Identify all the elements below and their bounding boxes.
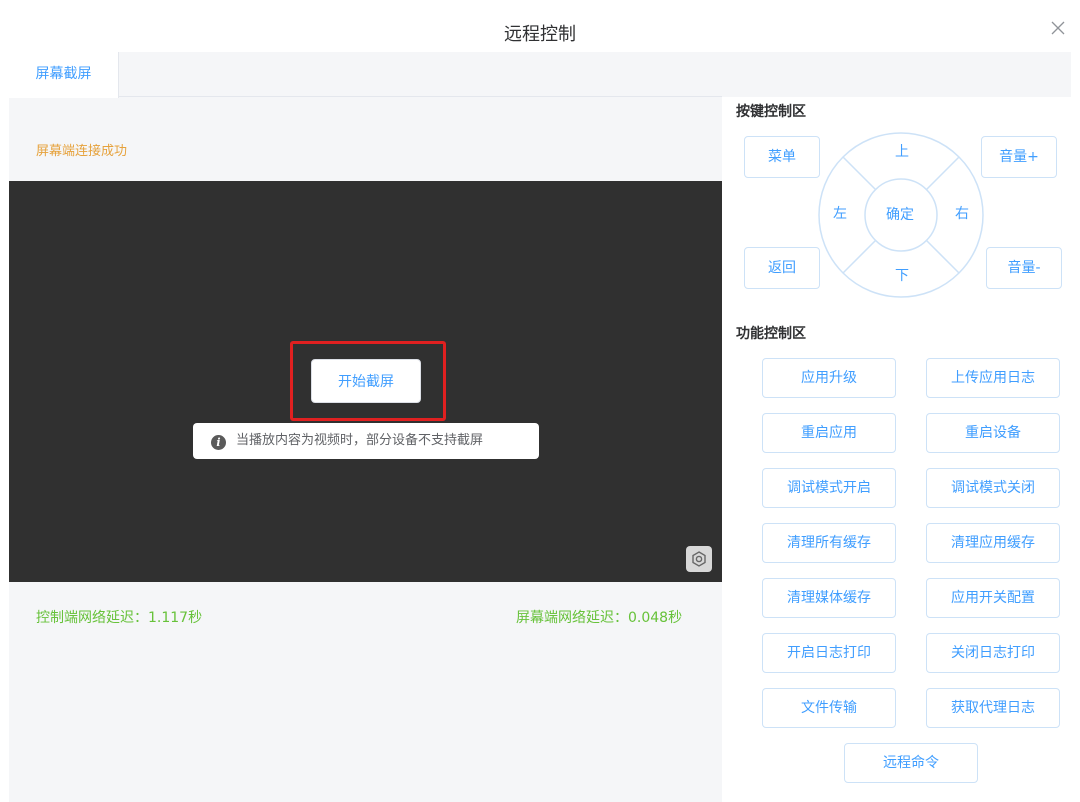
screen-latency: 屏幕端网络延迟：0.048秒 [516, 610, 683, 626]
left-button[interactable]: 左 [833, 203, 847, 223]
restart-device-button[interactable]: 重启设备 [926, 413, 1060, 453]
dialog-title: 远程控制 [504, 24, 576, 45]
clear-all-cache-button[interactable]: 清理所有缓存 [762, 523, 896, 563]
tab-bar: 屏幕截屏 [9, 52, 722, 98]
clear-media-cache-button[interactable]: 清理媒体缓存 [762, 578, 896, 618]
tab-screenshot[interactable]: 屏幕截屏 [9, 52, 119, 98]
clear-app-cache-button[interactable]: 清理应用缓存 [926, 523, 1060, 563]
remote-command-button[interactable]: 远程命令 [844, 743, 978, 783]
menu-button[interactable]: 菜单 [744, 136, 820, 178]
function-control-title: 功能控制区 [736, 326, 806, 342]
start-screenshot-button[interactable]: 开始截屏 [311, 359, 421, 403]
disable-log-print-button[interactable]: 关闭日志打印 [926, 633, 1060, 673]
connection-status: 屏幕端连接成功 [36, 144, 128, 159]
direction-pad: 上 下 左 右 确定 [817, 131, 985, 299]
dialog-body: 屏幕截屏 屏幕端连接成功 开始截屏 i 当播放内容为视频时，部分设备不支持截屏 控… [9, 52, 1071, 802]
app-upgrade-button[interactable]: 应用升级 [762, 358, 896, 398]
up-button[interactable]: 上 [895, 141, 909, 161]
key-control-title: 按键控制区 [736, 104, 806, 120]
debug-off-button[interactable]: 调试模式关闭 [926, 468, 1060, 508]
file-transfer-button[interactable]: 文件传输 [762, 688, 896, 728]
screenshot-tip: i 当播放内容为视频时，部分设备不支持截屏 [193, 423, 539, 459]
control-latency: 控制端网络延迟：1.117秒 [36, 610, 203, 626]
right-button[interactable]: 右 [955, 203, 969, 223]
volume-down-button[interactable]: 音量- [986, 247, 1062, 289]
app-switch-config-button[interactable]: 应用开关配置 [926, 578, 1060, 618]
info-icon: i [211, 435, 226, 450]
remote-control-dialog: 远程控制 屏幕截屏 屏幕端连接成功 开始截屏 i 当播放内容为视频时，部分设备不支… [0, 0, 1080, 802]
upload-app-log-button[interactable]: 上传应用日志 [926, 358, 1060, 398]
close-icon[interactable] [1050, 20, 1066, 36]
get-proxy-log-button[interactable]: 获取代理日志 [926, 688, 1060, 728]
back-button[interactable]: 返回 [744, 247, 820, 289]
settings-icon[interactable] [686, 546, 712, 572]
control-panel: 按键控制区 菜单 音量+ 返回 音量- 上 下 左 右 确定 功能控制区 应用升… [722, 97, 1071, 802]
screen-preview: 开始截屏 i 当播放内容为视频时，部分设备不支持截屏 [9, 181, 722, 582]
down-button[interactable]: 下 [895, 265, 909, 285]
tip-text: 当播放内容为视频时，部分设备不支持截屏 [236, 433, 484, 448]
screenshot-panel: 屏幕截屏 屏幕端连接成功 开始截屏 i 当播放内容为视频时，部分设备不支持截屏 控… [9, 52, 722, 802]
debug-on-button[interactable]: 调试模式开启 [762, 468, 896, 508]
ok-button[interactable]: 确定 [864, 179, 936, 251]
volume-up-button[interactable]: 音量+ [981, 136, 1057, 178]
enable-log-print-button[interactable]: 开启日志打印 [762, 633, 896, 673]
restart-app-button[interactable]: 重启应用 [762, 413, 896, 453]
